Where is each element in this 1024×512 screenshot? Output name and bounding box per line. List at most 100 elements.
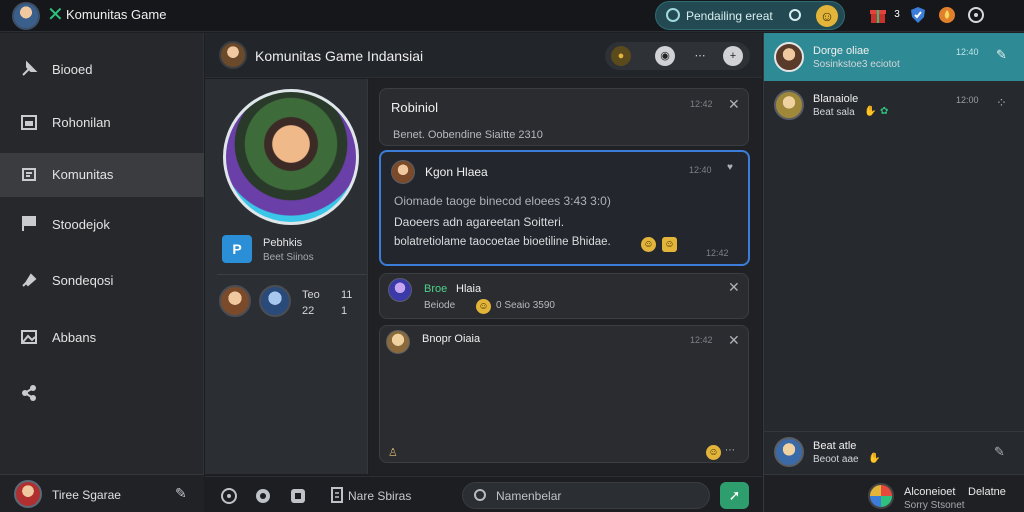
- message-title: Robiniol: [391, 100, 438, 115]
- stat-label: 11: [341, 289, 353, 301]
- message-feed: Robiniol 12:42 ✕ Benet. Oobendine Siaitt…: [369, 79, 762, 475]
- emoji-icon: ☺: [706, 445, 721, 460]
- avatar[interactable]: [388, 278, 412, 302]
- image-icon[interactable]: [289, 487, 307, 505]
- conversation-list: Dorge oliae Sosinkstoe3 eciotot 12:40 ✎ …: [763, 33, 1024, 512]
- emoji-icon[interactable]: [254, 487, 272, 505]
- x-logo-icon: ✕: [47, 4, 64, 26]
- current-user: Tiree Sgarae ✎: [0, 474, 204, 512]
- user-icon: ♙: [388, 447, 398, 459]
- sidebar-item-sondeqosi[interactable]: Sondeqosi: [0, 259, 204, 303]
- sidebar-item-abbans[interactable]: Abbans: [0, 316, 204, 360]
- sidebar-item-label: Abbans: [52, 330, 97, 345]
- conversation-name: Dorge oliae: [813, 45, 870, 57]
- avatar[interactable]: [391, 160, 415, 184]
- message-input[interactable]: [496, 488, 696, 504]
- settings-icon[interactable]: [966, 5, 986, 25]
- pen-icon[interactable]: ✎: [994, 444, 1005, 460]
- timestamp: 12:40: [689, 165, 712, 175]
- search-bar[interactable]: Pendailing ereat ☺: [655, 1, 845, 30]
- emoji-icon: ☺: [641, 237, 656, 252]
- avatar: [774, 42, 804, 72]
- top-bar: ✕ Komunitas Game Pendailing ereat ☺ 3: [0, 0, 1024, 32]
- message-card[interactable]: Bnopr Oiaia 12:42 ✕ ♙ ☺ ⋯: [379, 325, 749, 463]
- composer: Nare Sbiras ➚: [205, 476, 762, 512]
- emoji-icon: ☺: [476, 299, 491, 314]
- message-author: Broe: [424, 283, 448, 295]
- image-icon: [20, 328, 38, 346]
- sidebar-item-share[interactable]: [0, 372, 204, 416]
- profile-subtitle: Beet Siinos: [263, 252, 314, 263]
- message-card[interactable]: Robiniol 12:42 ✕ Benet. Oobendine Siaitt…: [379, 88, 749, 146]
- flag-icon: [20, 215, 38, 233]
- sidebar-item-rohonilan[interactable]: Rohonilan: [0, 101, 204, 145]
- avatar[interactable]: [219, 41, 247, 69]
- avatar[interactable]: [14, 480, 42, 508]
- gift-icon[interactable]: [868, 5, 888, 25]
- fire-icon[interactable]: [937, 5, 957, 25]
- conversation-preview: Beoot aae: [813, 454, 859, 465]
- stat-value: 22: [302, 305, 315, 317]
- message-author: Hlaia: [456, 283, 482, 295]
- community-icon: [20, 165, 38, 183]
- close-icon[interactable]: ✕: [728, 279, 740, 296]
- message-card[interactable]: Broe Hlaia Beiode ☺ 0 Seaio 3590 ✕: [379, 273, 749, 319]
- document-icon[interactable]: [328, 487, 346, 505]
- message-line: bolatretiolame taocoetae bioetiline Bhid…: [394, 236, 611, 248]
- share-icon[interactable]: [220, 487, 238, 505]
- sidebar-item-stoodejok[interactable]: Stoodejok: [0, 203, 204, 247]
- message-line: Daoeers adn agareetan Soitteri.: [394, 215, 565, 229]
- list-item[interactable]: Dorge oliae Sosinkstoe3 eciotot 12:40 ✎: [764, 33, 1024, 81]
- composer-label: Nare Sbiras: [348, 489, 412, 503]
- close-icon[interactable]: ✕: [728, 96, 740, 113]
- notification-count-icon[interactable]: 3: [887, 5, 907, 25]
- edit-icon[interactable]: ✎: [175, 485, 187, 502]
- message-author: Bnopr Oiaia: [422, 333, 481, 345]
- avatar-icon[interactable]: [12, 2, 40, 30]
- heart-icon[interactable]: ♥: [727, 162, 733, 173]
- sidebar-item-label: Sondeqosi: [52, 273, 114, 288]
- camera-icon[interactable]: ◉: [655, 46, 675, 66]
- send-button[interactable]: ➚: [720, 482, 749, 509]
- app-title: Komunitas Game: [66, 7, 167, 22]
- avatar[interactable]: [386, 330, 410, 354]
- search-icon: [474, 489, 486, 501]
- message-input-wrapper[interactable]: [462, 482, 710, 509]
- message-line: Oiomade taoge binecod eloees 3:43 3:0): [394, 194, 611, 208]
- conversation-name: Beat atle: [813, 440, 857, 452]
- shield-icon[interactable]: [908, 5, 928, 25]
- user-name: Tiree Sgarae: [52, 488, 121, 502]
- conversation-preview: Sosinkstoe3 eciotot: [813, 59, 900, 70]
- conversation-preview: Beat sala: [813, 107, 855, 118]
- list-item[interactable]: Beat atle Beoot aae ✋ ✎: [764, 431, 1024, 473]
- footer-subtitle: Sorry Stsonet: [904, 500, 965, 511]
- emoji-icon[interactable]: ●: [611, 46, 631, 66]
- list-item[interactable]: Blanaiole Beat sala ✋ ✿ 12:00 ⁘: [764, 81, 1024, 129]
- timestamp: 12:42: [706, 248, 729, 258]
- profile-name: Pebhkis: [263, 237, 303, 249]
- avatar[interactable]: [868, 483, 894, 509]
- search-submit-icon[interactable]: [789, 9, 801, 21]
- sidebar: Biooed Rohonilan Komunitas Stoodejok Son…: [0, 33, 204, 512]
- close-icon[interactable]: ✕: [728, 332, 740, 349]
- search-text: Pendailing ereat: [686, 9, 773, 23]
- sidebar-item-komunitas[interactable]: Komunitas: [0, 153, 204, 197]
- reaction-icon[interactable]: ⋯: [725, 445, 735, 456]
- avatar[interactable]: [219, 285, 251, 317]
- message-card-selected[interactable]: Kgon Hlaea 12:40 ♥ Oiomade taoge binecod…: [379, 150, 750, 266]
- profile-badge[interactable]: P: [222, 235, 252, 263]
- timestamp: 12:42: [690, 99, 713, 109]
- avatar: [774, 437, 804, 467]
- profile-pane: P Pebhkis Beet Siinos Teo 22 11 1: [205, 79, 368, 474]
- stat-value: 1: [341, 305, 348, 317]
- pen-icon[interactable]: ✎: [996, 47, 1007, 63]
- avatar[interactable]: [259, 285, 291, 317]
- message-subtitle: Benet. Oobendine Siaitte 2310: [393, 129, 543, 141]
- add-icon[interactable]: +: [723, 46, 743, 66]
- more-icon[interactable]: ⁘: [996, 95, 1007, 111]
- emoji-icon[interactable]: ☺: [816, 5, 838, 27]
- sidebar-item-biooed[interactable]: Biooed: [0, 48, 204, 92]
- more-icon[interactable]: ⋯: [690, 46, 710, 66]
- calendar-icon: [20, 113, 38, 131]
- footer-name-secondary: Delatne: [968, 486, 1006, 498]
